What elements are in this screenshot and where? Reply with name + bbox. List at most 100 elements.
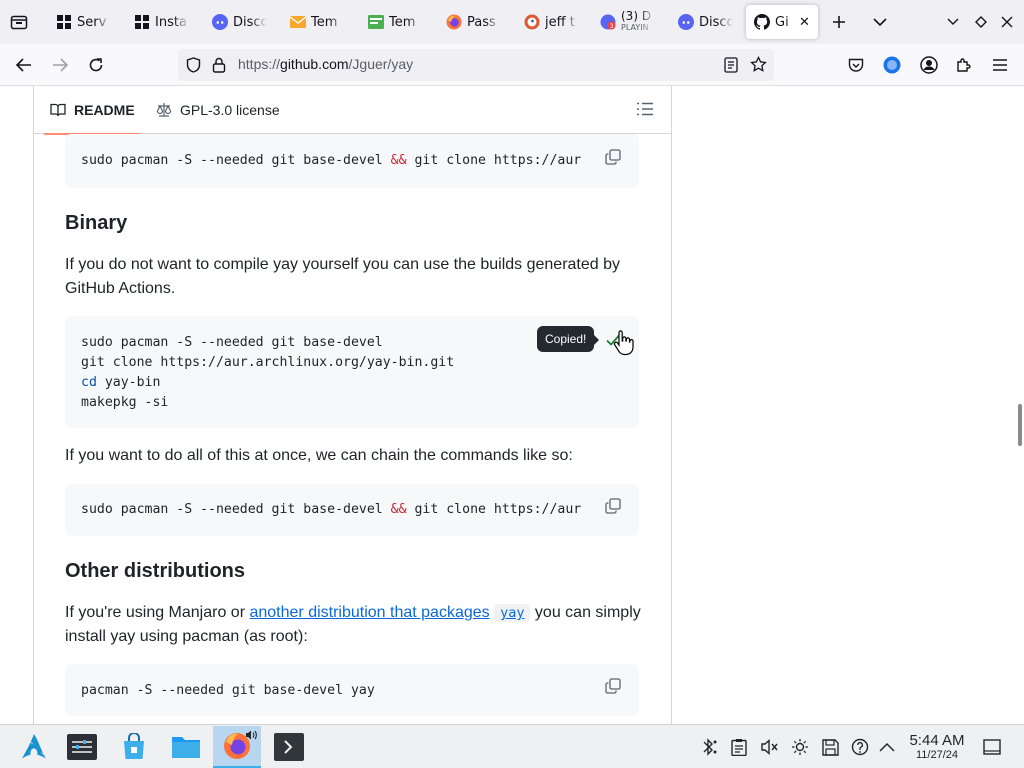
reload-button[interactable] xyxy=(84,53,108,77)
yay-code-link[interactable]: yay xyxy=(494,604,531,622)
tab-title: Disco xyxy=(699,14,733,30)
terminal-icon xyxy=(274,733,304,761)
tab-github-active[interactable]: Gi ✕ xyxy=(746,5,818,39)
copy-icon xyxy=(605,678,621,694)
tray-volume[interactable] xyxy=(759,737,779,757)
code-text: sudo pacman -S --needed git base-devel xyxy=(81,153,391,168)
discord-red-icon: 3 xyxy=(600,14,616,30)
clock-date[interactable]: 11/27/24 xyxy=(904,749,970,761)
firefox-view-button[interactable] xyxy=(7,11,31,33)
show-desktop-button[interactable] xyxy=(982,737,1002,757)
pocket-button[interactable] xyxy=(844,53,868,77)
extensions-button[interactable] xyxy=(952,53,976,77)
clock-time[interactable]: 5:44 AM xyxy=(904,732,970,749)
terminal-icon xyxy=(56,14,72,30)
forward-button[interactable] xyxy=(48,53,72,77)
tab-strip: Serv Insta Disco Tem Tem Pass jeff t 3 (… xyxy=(0,0,1024,44)
reader-view-icon[interactable] xyxy=(724,57,738,77)
code-line-4: makepkg -si xyxy=(81,395,169,410)
page-scrollbar[interactable] xyxy=(1018,404,1022,446)
lock-icon[interactable] xyxy=(212,57,226,77)
url-prefix: https:// xyxy=(238,56,281,72)
tab-temp-mail[interactable]: Tem xyxy=(290,5,345,39)
new-tab-button[interactable] xyxy=(828,11,850,33)
account-button[interactable] xyxy=(917,53,941,77)
tab-temp-inbox[interactable]: Tem xyxy=(368,5,423,39)
pocket-icon xyxy=(848,58,864,72)
tab-serv[interactable]: Serv xyxy=(56,5,111,39)
extension-button[interactable] xyxy=(880,53,904,77)
code-operator: && xyxy=(390,153,407,168)
code-line: sudo pacman -S --needed git base-devel &… xyxy=(81,500,581,520)
volume-muted-icon xyxy=(761,738,778,756)
distributions-link[interactable]: another distribution that packages xyxy=(249,604,489,621)
url-bar[interactable]: https://github.com/Jguer/yay xyxy=(178,49,774,81)
back-button[interactable] xyxy=(12,53,36,77)
close-window-button[interactable] xyxy=(996,11,1018,33)
url-host: github.com xyxy=(280,56,349,72)
copy-button[interactable] xyxy=(605,498,623,516)
tray-storage[interactable] xyxy=(820,737,840,757)
code-text: git clone https://aur xyxy=(406,502,582,517)
maximize-button[interactable] xyxy=(970,11,992,33)
inbox-icon xyxy=(368,14,384,30)
paragraph-binary: If you do not want to compile yay yourse… xyxy=(65,256,620,297)
shield-icon[interactable] xyxy=(186,57,201,77)
url-text[interactable]: https://github.com/Jguer/yay xyxy=(238,56,413,72)
bookmark-star-icon[interactable] xyxy=(750,55,767,77)
tab-pass[interactable]: Pass xyxy=(446,5,501,39)
copy-icon xyxy=(605,149,621,165)
tab-title: Tem xyxy=(389,14,416,30)
tray-clipboard[interactable] xyxy=(729,737,749,757)
tab-license-label: GPL-3.0 license xyxy=(180,102,280,118)
tab-insta[interactable]: Insta xyxy=(134,5,189,39)
discord-icon xyxy=(212,14,228,30)
taskbar-file-manager[interactable] xyxy=(162,726,210,768)
application-launcher[interactable] xyxy=(10,726,58,768)
minimize-button[interactable] xyxy=(942,11,964,33)
tab-title: jeff t xyxy=(545,14,575,30)
code-line-1: sudo pacman -S --needed git base-devel xyxy=(81,335,383,350)
shopping-bag-icon xyxy=(124,733,144,759)
tab-license[interactable]: GPL-3.0 license xyxy=(156,86,280,134)
hand-cursor-icon xyxy=(613,330,634,356)
taskbar-firefox[interactable] xyxy=(213,726,261,768)
tab-title: Tem xyxy=(311,14,338,30)
arrow-right-icon xyxy=(53,58,68,72)
taskbar-discover[interactable] xyxy=(110,726,158,768)
arch-logo-icon xyxy=(22,734,46,759)
tab-jeff[interactable]: jeff t xyxy=(524,5,579,39)
tab-discord[interactable]: Disco xyxy=(212,5,267,39)
tray-brightness[interactable] xyxy=(790,737,810,757)
network-icon xyxy=(703,738,717,756)
diamond-icon xyxy=(975,16,987,28)
app-menu-button[interactable] xyxy=(988,53,1012,77)
taskbar: 5:44 AM 11/27/24 xyxy=(0,724,1024,768)
brightness-icon xyxy=(792,739,808,755)
copy-button[interactable] xyxy=(605,149,623,167)
code-line: pacman -S --needed git base-devel yay xyxy=(81,683,375,698)
code-block-3: sudo pacman -S --needed git base-devel &… xyxy=(65,484,639,536)
paragraph-chain: If you want to do all of this at once, w… xyxy=(65,447,573,464)
navigation-toolbar: https://github.com/Jguer/yay xyxy=(0,44,1024,86)
tray-expand-button[interactable] xyxy=(877,737,897,757)
taskbar-system-settings[interactable] xyxy=(58,726,106,768)
tab-discord-playing[interactable]: 3 (3) D PLAYIN xyxy=(600,5,655,39)
list-all-tabs-button[interactable] xyxy=(869,11,891,33)
tab-readme[interactable]: README xyxy=(44,86,141,135)
web-page: README GPL-3.0 license sudo pacman -S --… xyxy=(0,86,1024,724)
copy-button[interactable] xyxy=(605,678,623,696)
taskbar-terminal[interactable] xyxy=(265,726,313,768)
github-icon xyxy=(754,14,770,30)
outline-button[interactable] xyxy=(637,101,655,119)
folder-tabs-icon xyxy=(10,15,28,30)
code-operator: && xyxy=(390,502,407,517)
desktop-icon xyxy=(983,739,1001,755)
tray-bluetooth[interactable] xyxy=(699,737,719,757)
tab-discord-2[interactable]: Disco xyxy=(678,5,733,39)
code-block-4: pacman -S --needed git base-devel yay xyxy=(65,664,639,716)
tray-updates[interactable] xyxy=(850,737,870,757)
close-tab-icon[interactable]: ✕ xyxy=(799,15,810,30)
tab-title: Gi xyxy=(775,14,789,30)
puzzle-icon xyxy=(957,58,971,72)
